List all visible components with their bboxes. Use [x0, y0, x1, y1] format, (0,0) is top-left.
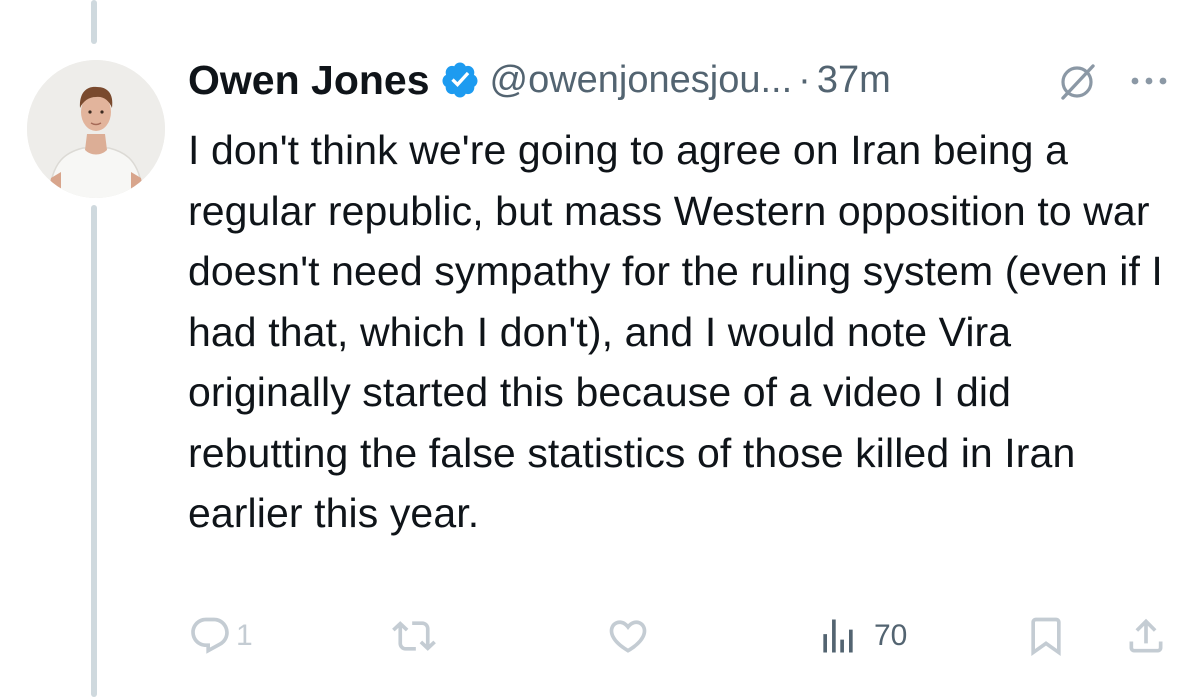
timestamp[interactable]: 37m: [817, 59, 891, 102]
separator-dot: ·: [798, 58, 811, 101]
tweet-header: Owen Jones @owenjonesjou... · 37m: [188, 52, 891, 108]
avatar-image: [27, 60, 165, 198]
thread-line-top: [91, 0, 97, 44]
avatar[interactable]: [27, 60, 165, 198]
more-icon[interactable]: [1127, 66, 1171, 96]
retweet-icon: [392, 621, 436, 651]
like-button[interactable]: [606, 612, 650, 660]
bookmark-icon: [1031, 617, 1061, 657]
views-count: 70: [874, 619, 908, 652]
reply-icon: [191, 617, 229, 654]
share-icon: [1129, 618, 1163, 653]
bookmark-button[interactable]: [1024, 612, 1068, 660]
grok-icon[interactable]: [1053, 58, 1101, 106]
verified-badge-icon[interactable]: [440, 60, 480, 100]
thread-line-bottom: [91, 205, 97, 697]
like-icon: [609, 620, 647, 653]
user-handle[interactable]: @owenjonesjou...: [490, 59, 793, 102]
share-button[interactable]: [1124, 612, 1168, 660]
views-icon: [823, 619, 853, 653]
tweet-text: I don't think we're going to agree on Ir…: [188, 127, 1163, 536]
reply-count: 1: [236, 619, 253, 652]
views-button[interactable]: 70: [816, 612, 907, 660]
retweet-button[interactable]: [392, 612, 436, 660]
display-name[interactable]: Owen Jones: [188, 57, 430, 104]
reply-button[interactable]: 1: [188, 612, 253, 660]
